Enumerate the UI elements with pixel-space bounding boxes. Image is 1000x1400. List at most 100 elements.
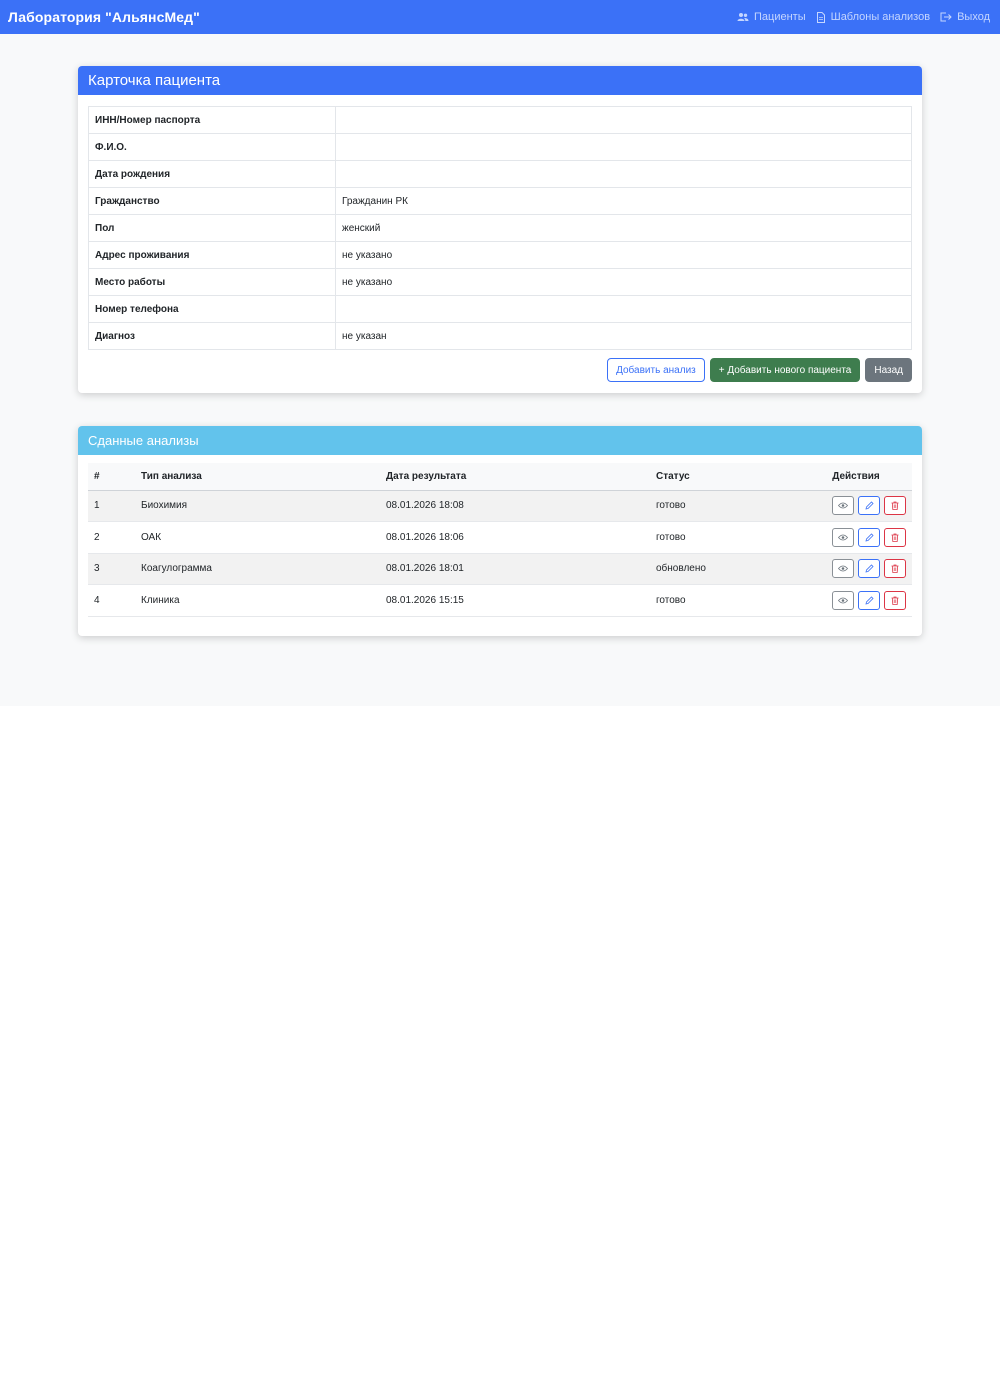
logout-icon — [940, 12, 952, 22]
cell-num: 4 — [88, 584, 135, 617]
document-icon — [816, 11, 825, 23]
add-test-button[interactable]: Добавить анализ — [607, 358, 705, 382]
column-header-date: Дата результата — [380, 463, 650, 491]
cell-type: ОАК — [135, 521, 380, 554]
edit-button[interactable] — [858, 559, 880, 579]
cell-status: готово — [650, 490, 800, 522]
nav-link-templates[interactable]: Шаблоны анализов — [816, 11, 930, 23]
view-button[interactable] — [832, 496, 854, 516]
info-label: Адрес проживания — [88, 241, 336, 269]
pencil-icon — [864, 501, 874, 510]
eye-icon — [838, 565, 848, 572]
cell-date: 08.01.2026 15:15 — [380, 584, 650, 617]
eye-icon — [838, 502, 848, 509]
tests-card-title: Сданные анализы — [78, 426, 922, 455]
cell-actions — [800, 521, 912, 554]
nav-link-logout[interactable]: Выход — [940, 11, 990, 23]
info-row-diagnosis: Диагноз не указан — [88, 322, 912, 350]
view-button[interactable] — [832, 527, 854, 547]
back-button[interactable]: Назад — [865, 358, 912, 382]
info-row-address: Адрес проживания не указано — [88, 241, 912, 269]
trash-icon — [891, 564, 899, 574]
table-row: 3 Коагулограмма 08.01.2026 18:01 обновле… — [88, 553, 912, 585]
info-value: не указано — [335, 268, 912, 296]
trash-icon — [891, 596, 899, 605]
info-row-phone: Номер телефона — [88, 295, 912, 323]
cell-num: 3 — [88, 553, 135, 585]
edit-button[interactable] — [858, 527, 880, 547]
info-row-gender: Пол женский — [88, 214, 912, 242]
cell-date: 08.01.2026 18:08 — [380, 490, 650, 522]
info-value — [335, 106, 912, 134]
trash-icon — [891, 533, 899, 542]
info-value: Гражданин РК — [335, 187, 912, 215]
eye-icon — [838, 534, 848, 541]
navbar: Лаборатория "АльянсМед" Пациенты Шаблоны… — [0, 0, 1000, 34]
info-row-citizenship: Гражданство Гражданин РК — [88, 187, 912, 215]
column-header-status: Статус — [650, 463, 800, 491]
table-row: 2 ОАК 08.01.2026 18:06 готово — [88, 521, 912, 554]
info-row-birthdate: Дата рождения — [88, 160, 912, 188]
cell-type: Коагулограмма — [135, 553, 380, 585]
view-button[interactable] — [832, 590, 854, 610]
info-label: ИНН/Номер паспорта — [88, 106, 336, 134]
add-patient-button[interactable]: + Добавить нового пациента — [709, 358, 861, 382]
delete-button[interactable] — [884, 559, 906, 579]
users-icon — [737, 13, 749, 21]
patient-actions: Добавить анализ + Добавить нового пациен… — [607, 358, 912, 382]
cell-num: 1 — [88, 490, 135, 522]
delete-button[interactable] — [884, 527, 906, 547]
edit-button[interactable] — [858, 590, 880, 610]
info-row-name: Ф.И.О. — [88, 133, 912, 161]
info-value: не указано — [335, 241, 912, 269]
cell-type: Биохимия — [135, 490, 380, 522]
delete-button[interactable] — [884, 496, 906, 516]
cell-actions — [800, 584, 912, 617]
nav-link-label: Пациенты — [754, 11, 806, 23]
info-value — [335, 160, 912, 188]
eye-icon — [838, 597, 848, 604]
pencil-icon — [864, 533, 874, 542]
cell-status: готово — [650, 584, 800, 617]
info-label: Дата рождения — [88, 160, 336, 188]
info-label: Гражданство — [88, 187, 336, 215]
tests-header-row: # Тип анализа Дата результата Статус Дей… — [88, 463, 912, 491]
info-label: Место работы — [88, 268, 336, 296]
patient-info-table: ИНН/Номер паспорта Ф.И.О. Дата рождения … — [88, 106, 912, 350]
info-value: женский — [335, 214, 912, 242]
info-value — [335, 295, 912, 323]
nav-link-label: Выход — [957, 11, 990, 23]
info-row-id: ИНН/Номер паспорта — [88, 106, 912, 134]
cell-num: 2 — [88, 521, 135, 554]
cell-actions — [800, 490, 912, 522]
tests-card: Сданные анализы # Тип анализа Дата резул… — [78, 426, 922, 636]
cell-status: готово — [650, 521, 800, 554]
info-label: Ф.И.О. — [88, 133, 336, 161]
cell-actions — [800, 553, 912, 585]
table-row: 1 Биохимия 08.01.2026 18:08 готово — [88, 490, 912, 522]
pencil-icon — [864, 596, 874, 605]
trash-icon — [891, 501, 899, 511]
brand-title[interactable]: Лаборатория "АльянсМед" — [8, 9, 200, 25]
info-value: не указан — [335, 322, 912, 350]
nav-links: Пациенты Шаблоны анализов Выход — [737, 11, 990, 23]
view-button[interactable] — [832, 559, 854, 579]
table-row: 4 Клиника 08.01.2026 15:15 готово — [88, 584, 912, 617]
info-label: Пол — [88, 214, 336, 242]
nav-link-label: Шаблоны анализов — [830, 11, 931, 23]
info-value — [335, 133, 912, 161]
info-label: Номер телефона — [88, 295, 336, 323]
cell-date: 08.01.2026 18:06 — [380, 521, 650, 554]
cell-type: Клиника — [135, 584, 380, 617]
patient-card: Карточка пациента ИНН/Номер паспорта Ф.И… — [78, 66, 922, 393]
tests-table: # Тип анализа Дата результата Статус Дей… — [88, 463, 912, 617]
delete-button[interactable] — [884, 590, 906, 610]
patient-card-title: Карточка пациента — [78, 66, 922, 95]
column-header-num: # — [88, 463, 135, 491]
cell-status: обновлено — [650, 553, 800, 585]
pencil-icon — [864, 564, 874, 573]
edit-button[interactable] — [858, 496, 880, 516]
nav-link-patients[interactable]: Пациенты — [737, 11, 806, 23]
info-label: Диагноз — [88, 322, 336, 350]
info-row-workplace: Место работы не указано — [88, 268, 912, 296]
